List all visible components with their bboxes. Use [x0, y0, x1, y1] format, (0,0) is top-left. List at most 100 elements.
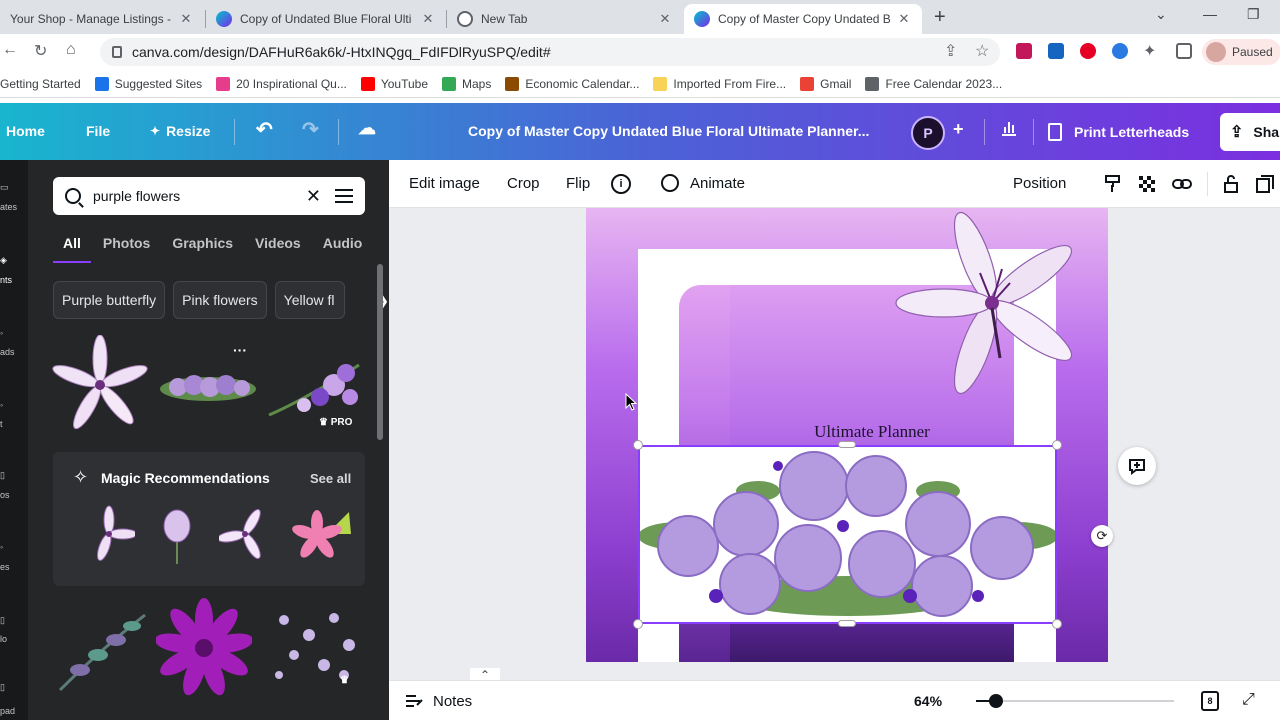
- bookmark-star-icon[interactable]: ☆: [975, 41, 989, 61]
- add-collaborator-icon[interactable]: +: [953, 119, 964, 140]
- bookmark-item[interactable]: Suggested Sites: [94, 76, 202, 91]
- rotate-icon[interactable]: ⟳: [1091, 525, 1113, 547]
- url-field[interactable]: canva.com/design/DAFHuR6ak6k/-HtxINQgq_F…: [100, 38, 1000, 66]
- see-all-link[interactable]: See all: [310, 471, 351, 486]
- resize-handle-top[interactable]: [838, 441, 856, 448]
- rail-styles-icon[interactable]: ◦: [0, 542, 3, 552]
- rail-photos-icon[interactable]: ▯: [0, 470, 5, 481]
- back-icon[interactable]: ←: [2, 41, 18, 59]
- side-panel-icon[interactable]: [1176, 43, 1192, 59]
- rail-label[interactable]: pad: [0, 706, 15, 716]
- fullscreen-icon[interactable]: ⤢: [1242, 691, 1255, 709]
- home-button[interactable]: Home: [6, 123, 45, 139]
- resize-handle-bottom[interactable]: [838, 620, 856, 627]
- bookmark-item[interactable]: Maps: [442, 76, 491, 91]
- print-letterheads-button[interactable]: Print Letterheads: [1036, 113, 1201, 151]
- tulip-recommendation-thumbnail[interactable]: [151, 504, 203, 566]
- lily-illustration[interactable]: [882, 208, 1097, 403]
- clear-search-icon[interactable]: ✕: [306, 186, 321, 207]
- browser-tab-active[interactable]: Copy of Master Copy Undated B ✕: [684, 4, 922, 34]
- rail-audio-icon[interactable]: ▯: [0, 615, 5, 626]
- tab-search-icon[interactable]: ⌄: [1155, 6, 1167, 23]
- rail-label[interactable]: nts: [0, 275, 12, 285]
- close-icon[interactable]: ✕: [657, 11, 673, 27]
- crop-button[interactable]: Crop: [507, 175, 540, 192]
- resize-handle-bl[interactable]: [633, 619, 643, 629]
- rail-elements-icon[interactable]: ◈: [0, 255, 7, 266]
- rail-label[interactable]: lo: [0, 634, 7, 644]
- tab-photos[interactable]: Photos: [103, 235, 150, 251]
- edit-image-button[interactable]: Edit image: [409, 175, 480, 192]
- insights-chart-icon[interactable]: [1000, 119, 1018, 137]
- eucalyptus-thumbnail[interactable]: [50, 600, 150, 700]
- home-icon[interactable]: ⌂: [66, 41, 76, 59]
- notes-button[interactable]: Notes: [433, 693, 472, 710]
- restore-icon[interactable]: ❐: [1247, 6, 1260, 23]
- duplicate-icon[interactable]: [1255, 174, 1275, 194]
- browser-tab-etsy[interactable]: Your Shop - Manage Listings - Et ✕: [0, 4, 204, 34]
- filter-icon[interactable]: [335, 189, 353, 203]
- tab-graphics[interactable]: Graphics: [172, 235, 233, 251]
- info-icon[interactable]: i: [611, 174, 631, 194]
- pinterest-icon[interactable]: [1080, 43, 1096, 59]
- notes-icon[interactable]: [405, 693, 423, 709]
- add-comment-button[interactable]: [1118, 447, 1156, 485]
- zoom-slider-track[interactable]: [976, 700, 1174, 702]
- bookmark-item[interactable]: Gmail: [800, 76, 851, 91]
- transparency-icon[interactable]: [1137, 174, 1157, 194]
- bookmark-item[interactable]: Economic Calendar...: [505, 76, 639, 91]
- resize-button[interactable]: ✦ Resize: [150, 123, 210, 139]
- redo-icon[interactable]: ↷: [302, 117, 319, 142]
- bookmark-item[interactable]: Getting Started: [0, 77, 81, 91]
- browser-tab-canva-copy[interactable]: Copy of Undated Blue Floral Ulti ✕: [206, 4, 446, 34]
- cloud-save-icon[interactable]: ☁: [358, 118, 376, 139]
- zoom-slider-knob[interactable]: [988, 694, 1003, 708]
- undo-icon[interactable]: ↶: [256, 117, 273, 142]
- resize-handle-br[interactable]: [1052, 619, 1062, 629]
- bookmark-item[interactable]: YouTube: [360, 76, 428, 91]
- team-avatar[interactable]: P: [911, 116, 945, 150]
- search-input[interactable]: purple flowers ✕: [53, 177, 365, 215]
- scattered-blossoms-thumbnail[interactable]: [264, 600, 364, 690]
- file-menu-button[interactable]: File: [86, 123, 110, 139]
- rail-text-icon[interactable]: ◦: [0, 400, 3, 410]
- design-page[interactable]: Ultimate Planner: [586, 208, 1108, 662]
- chip-purple-butterfly[interactable]: Purple butterfly: [53, 281, 166, 319]
- link-icon[interactable]: [1172, 174, 1192, 194]
- extensions-puzzle-icon[interactable]: ✦: [1143, 41, 1156, 61]
- minimize-icon[interactable]: —: [1203, 6, 1217, 22]
- animate-button[interactable]: Animate: [690, 175, 745, 192]
- rail-label[interactable]: ates: [0, 202, 17, 212]
- page-title-text[interactable]: Ultimate Planner: [766, 422, 978, 442]
- resize-handle-tr[interactable]: [1052, 440, 1062, 450]
- close-icon[interactable]: ✕: [896, 11, 912, 27]
- rose-garland-thumbnail[interactable]: [158, 365, 258, 410]
- chip-yellow-flowers[interactable]: Yellow fl: [274, 281, 345, 319]
- rail-label[interactable]: t: [0, 419, 3, 429]
- share-button[interactable]: ⇪ Sha: [1220, 113, 1280, 151]
- page-count-button[interactable]: 8: [1201, 691, 1219, 711]
- reload-icon[interactable]: ↻: [34, 41, 47, 61]
- rail-label[interactable]: os: [0, 490, 10, 500]
- bookmark-item[interactable]: Free Calendar 2023...: [865, 76, 1002, 91]
- tab-all[interactable]: All: [63, 235, 81, 251]
- chip-pink-flowers[interactable]: Pink flowers: [173, 281, 267, 319]
- lily-recommendation-thumbnail[interactable]: [83, 504, 135, 566]
- rail-templates-icon[interactable]: ▭: [0, 182, 9, 193]
- bookmark-item[interactable]: 20 Inspirational Qu...: [216, 76, 347, 91]
- share-page-icon[interactable]: ⇪: [944, 41, 957, 61]
- pink-lily-recommendation-thumbnail[interactable]: [287, 504, 353, 566]
- tab-videos[interactable]: Videos: [255, 235, 301, 251]
- extension-icon[interactable]: [1048, 43, 1064, 59]
- close-icon[interactable]: ✕: [178, 11, 194, 27]
- tab-audio[interactable]: Audio: [323, 235, 363, 251]
- position-button[interactable]: Position: [1013, 175, 1066, 192]
- extension-icon[interactable]: [1016, 43, 1032, 59]
- paint-roller-icon[interactable]: [1103, 174, 1123, 194]
- close-icon[interactable]: ✕: [420, 11, 436, 27]
- bookmark-item[interactable]: Imported From Fire...: [653, 76, 786, 91]
- profile-button[interactable]: Paused: [1202, 39, 1280, 65]
- flip-button[interactable]: Flip: [566, 175, 590, 192]
- document-title[interactable]: Copy of Master Copy Undated Blue Floral …: [468, 123, 888, 139]
- rail-label[interactable]: ads: [0, 347, 15, 357]
